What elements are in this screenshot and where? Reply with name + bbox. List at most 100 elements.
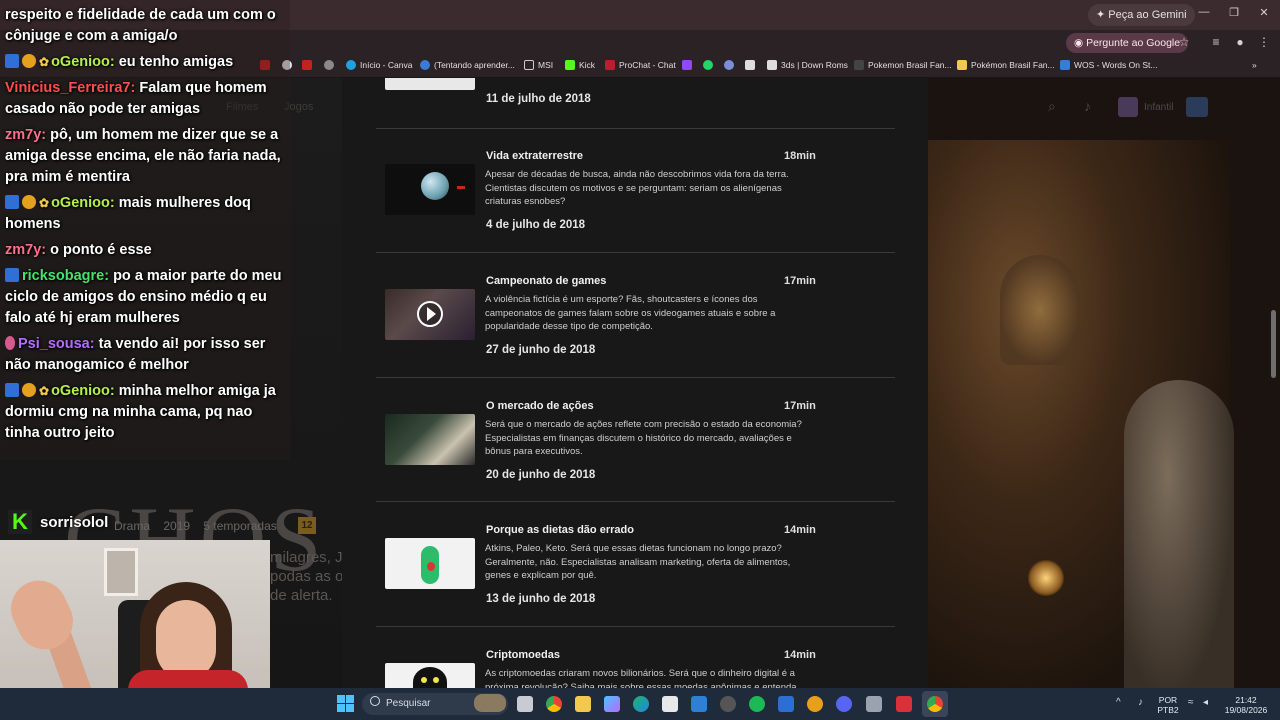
search-icon[interactable]: ⌕ (1048, 98, 1056, 115)
minimize-icon[interactable]: — (1194, 6, 1214, 18)
edge-icon[interactable] (633, 696, 649, 712)
episode-date: 13 de junho de 2018 (486, 593, 596, 605)
search-highlight-icon[interactable] (474, 694, 506, 712)
episode-date: 27 de junho de 2018 (486, 344, 596, 356)
badge-icon (5, 195, 19, 209)
canva-icon (346, 60, 356, 70)
episode-row[interactable]: Campeonato de games 17min A violência fi… (342, 253, 928, 377)
tray-chevron-icon[interactable]: ^ (1116, 697, 1121, 708)
episode-thumbnail[interactable] (385, 78, 475, 90)
settings-icon[interactable] (720, 696, 736, 712)
google-lens-icon: ◉ (1074, 37, 1087, 49)
gemini-icon: ✦ (1096, 9, 1109, 21)
bookmarks-overflow-icon[interactable]: » (1252, 60, 1257, 70)
app-icon[interactable] (807, 696, 823, 712)
bookmark-tentando[interactable]: (Tentando aprender... (420, 60, 515, 70)
chat-username[interactable]: Psi_sousa: (18, 336, 95, 352)
episode-duration: 17min (784, 275, 816, 287)
maximize-icon[interactable]: ❐ (1224, 6, 1244, 19)
chat-username[interactable]: zm7y: (5, 242, 46, 258)
episode-thumbnail[interactable] (385, 289, 475, 340)
episode-row[interactable]: O mercado de ações 17min Será que o merc… (342, 378, 928, 502)
episode-thumbnail[interactable] (385, 663, 475, 688)
store-icon[interactable] (662, 696, 678, 712)
episode-description: As criptomoedas criaram novos bilionário… (485, 668, 797, 688)
episode-description: Atkins, Paleo, Keto. Será que essas diet… (485, 543, 791, 581)
kick-logo: K (8, 510, 32, 534)
chrome-active-icon[interactable] (927, 696, 943, 712)
badge-icon (5, 268, 19, 282)
tab-search-icon[interactable]: ≡ (1208, 35, 1224, 49)
gmail2-bookmark[interactable] (302, 60, 312, 70)
chat-username[interactable]: oGenioo: (51, 383, 115, 399)
episode-duration: 14min (784, 524, 816, 536)
account-avatar[interactable] (1186, 97, 1208, 117)
spotify-icon[interactable] (749, 696, 765, 712)
chat-username[interactable]: oGenioo: (51, 195, 115, 211)
language-indicator[interactable]: POR PTB2 (1154, 695, 1182, 715)
bookmark-wos[interactable]: WOS - Words On St... (1060, 60, 1157, 70)
kids-avatar[interactable] (1118, 97, 1138, 117)
episode-date: 11 de julho de 2018 (486, 93, 591, 105)
volume-icon[interactable]: ◂ (1203, 697, 1208, 708)
app-icon[interactable] (778, 696, 794, 712)
screen: ✦ Peça ao Gemini — ❐ ✕ ◉ Pergunte ao Goo… (0, 0, 1280, 720)
bookmark-pokemon1[interactable]: Pokemon Brasil Fan... (854, 60, 952, 70)
bookmark-prochat[interactable]: ProChat - Chat (605, 60, 676, 70)
shirt (128, 670, 248, 690)
profile-label[interactable]: Infantil (1144, 102, 1173, 113)
bookmark-pokemon2[interactable]: Pokémon Brasil Fan... (957, 60, 1055, 70)
close-icon[interactable]: ✕ (1254, 6, 1274, 19)
episode-row[interactable]: Vida extraterrestre 18min Apesar de déca… (342, 128, 928, 252)
planet-graphic (421, 172, 449, 200)
anchor-bookmark[interactable] (324, 60, 334, 70)
copilot-icon[interactable] (604, 696, 620, 712)
bookmark-kick[interactable]: Kick (565, 60, 595, 70)
badge-icon (5, 336, 15, 350)
twitch-bookmark[interactable] (682, 60, 692, 70)
task-view-icon[interactable] (517, 696, 533, 712)
file-explorer-icon[interactable] (575, 696, 591, 712)
badge-icon (5, 383, 19, 397)
episode-thumbnail[interactable] (385, 538, 475, 589)
chrome-icon[interactable] (546, 696, 562, 712)
bookmark-msi[interactable]: MSI (524, 60, 553, 70)
app-icon[interactable] (896, 696, 912, 712)
profile-icon[interactable]: ● (1232, 35, 1248, 49)
microphone-icon[interactable]: ♪ (1138, 697, 1143, 708)
episode-thumbnail[interactable] (385, 164, 475, 215)
bell-icon[interactable]: ♪ (1084, 98, 1091, 114)
menu-icon[interactable]: ⋮ (1256, 35, 1272, 49)
bee-icon: ✿ (39, 196, 50, 210)
play-triangle (427, 307, 436, 321)
folder-icon (524, 60, 534, 70)
ask-google-button[interactable]: ◉ Pergunte ao Google (1066, 33, 1189, 53)
chat-username[interactable]: oGenioo: (51, 54, 115, 70)
discord-icon[interactable] (836, 696, 852, 712)
bookmark-label: 3ds | Down Roms (781, 60, 848, 70)
gemini-button[interactable]: ✦ Peça ao Gemini (1088, 4, 1195, 26)
clock[interactable]: 21:42 19/08/2026 (1222, 695, 1270, 715)
sync-bookmark[interactable] (724, 60, 734, 70)
x-bookmark[interactable] (745, 60, 755, 70)
mail-icon[interactable] (691, 696, 707, 712)
bookmark-3ds[interactable]: 3ds | Down Roms (767, 60, 848, 70)
star-icon[interactable]: ☆ (1176, 35, 1192, 49)
episode-row[interactable]: Criptomoedas 14min As criptomoedas criar… (342, 627, 928, 688)
whatsapp-bookmark[interactable] (703, 60, 713, 70)
chat-username[interactable]: zm7y: (5, 127, 46, 143)
chat-username[interactable]: ricksobagre: (22, 268, 109, 284)
episode-row[interactable]: Porque as dietas dão errado 14min Atkins… (342, 502, 928, 626)
windows-start-icon[interactable] (337, 695, 354, 712)
chat-username[interactable]: Vinicius_Ferreira7: (5, 80, 135, 96)
episode-date: 20 de junho de 2018 (486, 469, 596, 481)
bookmark-label: Pokémon Brasil Fan... (971, 60, 1055, 70)
page-scrollbar[interactable] (1271, 310, 1276, 378)
app-icon[interactable] (866, 696, 882, 712)
site-icon (767, 60, 777, 70)
wifi-icon[interactable]: ≈ (1188, 697, 1194, 708)
x-icon (745, 60, 755, 70)
bookmark-canva[interactable]: Início - Canva (346, 60, 412, 70)
episode-thumbnail[interactable] (385, 414, 475, 465)
site-icon (957, 60, 967, 70)
